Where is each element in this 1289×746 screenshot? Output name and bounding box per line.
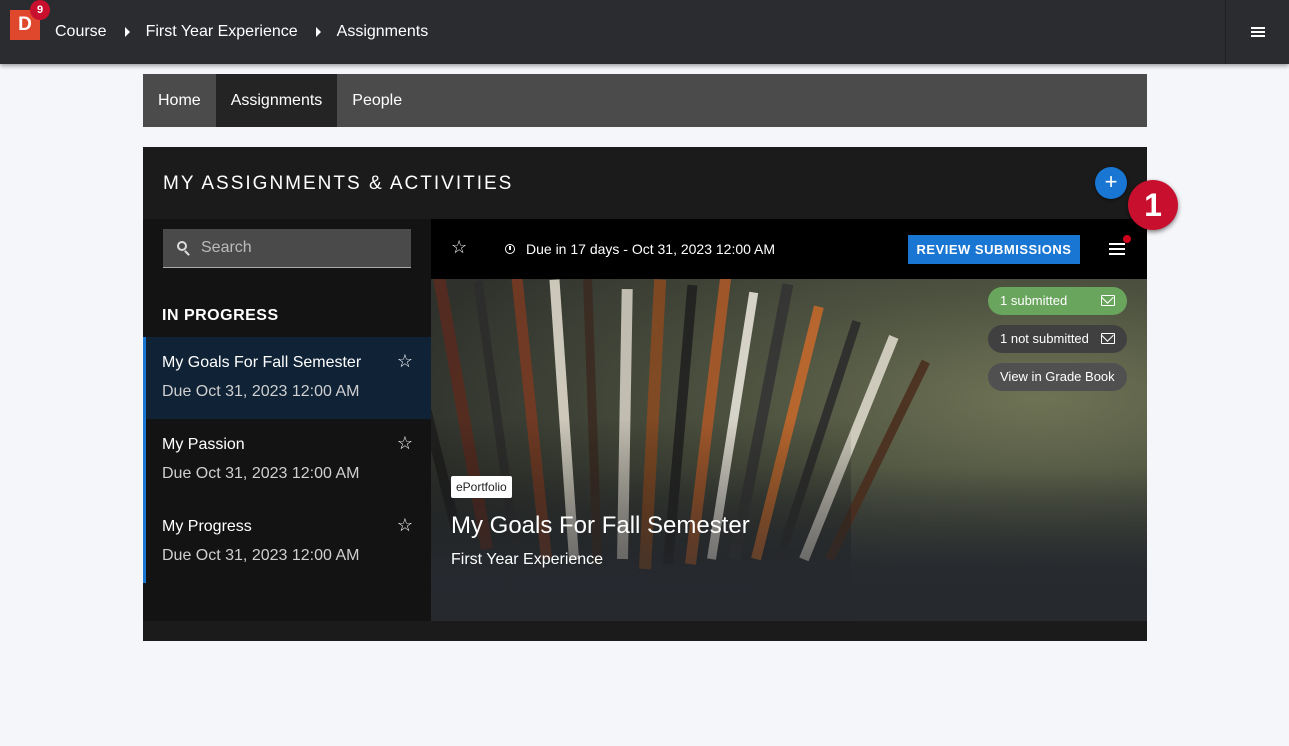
list-item[interactable]: My Goals For Fall Semester Due Oct 31, 2… bbox=[146, 337, 431, 419]
detail-toolbar: ☆ Due in 17 days - Oct 31, 2023 12:00 AM… bbox=[431, 219, 1147, 279]
assignment-detail: ☆ Due in 17 days - Oct 31, 2023 12:00 AM… bbox=[431, 219, 1147, 621]
submitted-count-button[interactable]: 1 submitted bbox=[988, 287, 1127, 315]
step-number-badge: 1 bbox=[1128, 180, 1178, 230]
breadcrumb: Course First Year Experience Assignments bbox=[55, 22, 428, 42]
star-icon[interactable]: ☆ bbox=[397, 351, 413, 372]
tab-people[interactable]: People bbox=[337, 74, 417, 127]
assignment-title: My Goals For Fall Semester bbox=[162, 354, 362, 371]
view-grade-book-button[interactable]: View in Grade Book bbox=[988, 363, 1127, 391]
clock-icon bbox=[505, 244, 515, 254]
assignment-cover-image: 1 submitted 1 not submitted View in Grad… bbox=[431, 279, 1147, 621]
search-input[interactable] bbox=[201, 239, 401, 257]
menu-icon[interactable] bbox=[1109, 243, 1125, 255]
course-tabs: Home Assignments People bbox=[143, 74, 1147, 127]
assignment-due-date: Due Oct 31, 2023 12:00 AM bbox=[162, 547, 360, 564]
search-field[interactable] bbox=[163, 229, 411, 268]
panel-title: MY ASSIGNMENTS & ACTIVITIES bbox=[163, 173, 514, 194]
list-item[interactable]: My Passion Due Oct 31, 2023 12:00 AM ☆ bbox=[146, 419, 431, 501]
assignment-list-sidebar: IN PROGRESS My Goals For Fall Semester D… bbox=[143, 219, 431, 621]
list-item[interactable]: My Progress Due Oct 31, 2023 12:00 AM ☆ bbox=[146, 501, 431, 583]
star-icon[interactable]: ☆ bbox=[397, 515, 413, 536]
submitted-label: 1 submitted bbox=[1000, 293, 1068, 308]
breadcrumb-first-year-experience[interactable]: First Year Experience bbox=[146, 23, 298, 41]
mail-icon bbox=[1101, 333, 1115, 344]
top-bar: D 9 Course First Year Experience Assignm… bbox=[0, 0, 1289, 64]
breadcrumb-course[interactable]: Course bbox=[55, 23, 107, 41]
star-icon[interactable]: ☆ bbox=[451, 237, 467, 258]
assignments-panel: MY ASSIGNMENTS & ACTIVITIES + 1 IN PROGR… bbox=[143, 147, 1178, 641]
assignment-detail-title: My Goals For Fall Semester bbox=[451, 512, 750, 539]
notification-count-badge[interactable]: 9 bbox=[30, 0, 50, 20]
add-assignment-button[interactable]: + bbox=[1095, 167, 1127, 199]
caret-right-icon bbox=[315, 27, 321, 37]
assignment-title: My Passion bbox=[162, 436, 245, 453]
caret-right-icon bbox=[124, 27, 130, 37]
tab-home[interactable]: Home bbox=[143, 74, 216, 127]
course-name: First Year Experience bbox=[451, 551, 604, 568]
mail-icon bbox=[1101, 295, 1115, 306]
section-heading-in-progress: IN PROGRESS bbox=[162, 307, 279, 324]
assignment-due-date: Due Oct 31, 2023 12:00 AM bbox=[162, 465, 360, 482]
assignment-list: My Goals For Fall Semester Due Oct 31, 2… bbox=[143, 337, 431, 583]
notification-dot bbox=[1123, 235, 1131, 243]
search-icon bbox=[177, 241, 191, 256]
not-submitted-label: 1 not submitted bbox=[1000, 331, 1089, 346]
review-submissions-button[interactable]: REVIEW SUBMISSIONS bbox=[908, 235, 1080, 264]
assignment-due-date: Due Oct 31, 2023 12:00 AM bbox=[162, 383, 360, 400]
menu-icon bbox=[1250, 27, 1265, 37]
assignment-title: My Progress bbox=[162, 518, 252, 535]
star-icon[interactable]: ☆ bbox=[397, 433, 413, 454]
breadcrumb-assignments[interactable]: Assignments bbox=[337, 23, 429, 41]
not-submitted-count-button[interactable]: 1 not submitted bbox=[988, 325, 1127, 353]
tab-assignments[interactable]: Assignments bbox=[215, 74, 338, 127]
main-menu-button[interactable] bbox=[1225, 0, 1289, 64]
assignment-type-tag: ePortfolio bbox=[451, 476, 512, 498]
due-date-text: Due in 17 days - Oct 31, 2023 12:00 AM bbox=[526, 241, 776, 257]
